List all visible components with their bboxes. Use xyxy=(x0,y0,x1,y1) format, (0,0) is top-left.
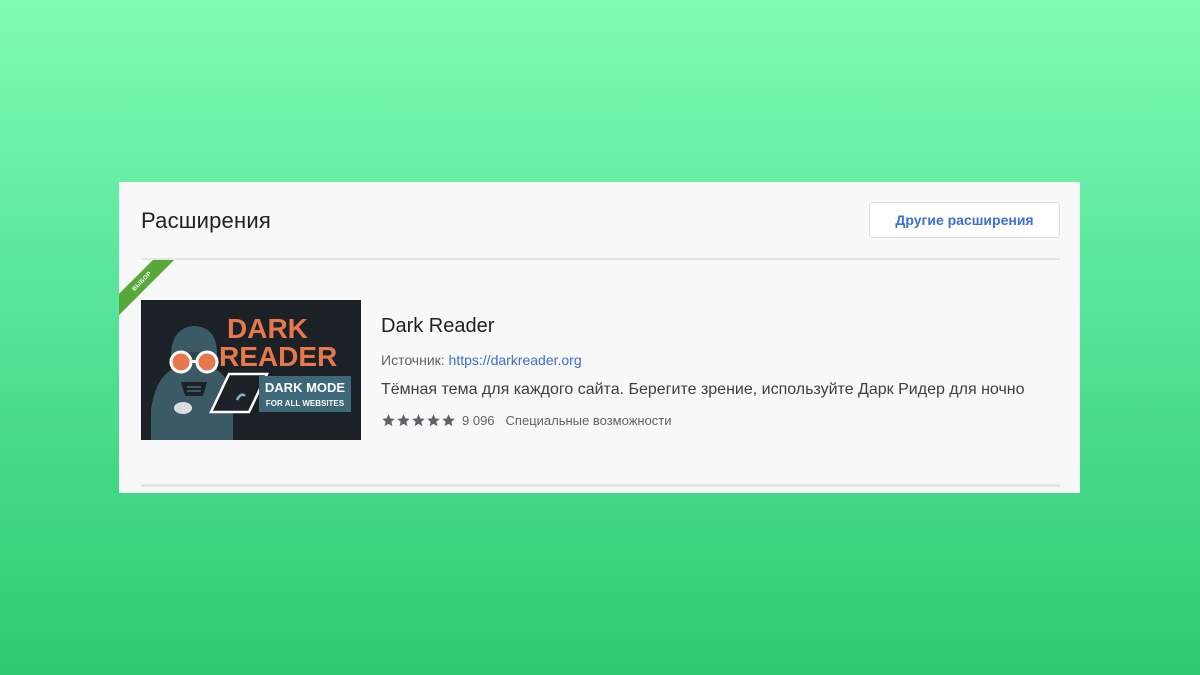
star-icon xyxy=(442,414,455,427)
extension-card: Расширения Другие расширения ВЫБОР DARK xyxy=(119,182,1080,493)
extension-name[interactable]: Dark Reader xyxy=(381,315,494,338)
extension-thumbnail[interactable]: DARK READER DARK MODE FOR ALL WEBSITES xyxy=(141,300,361,440)
rating-stars xyxy=(381,413,456,428)
more-extensions-button[interactable]: Другие расширения xyxy=(869,202,1060,238)
thumb-badge-line2: FOR ALL WEBSITES xyxy=(266,399,345,408)
source-label: Источник: xyxy=(381,352,445,368)
divider xyxy=(141,484,1060,487)
extension-category[interactable]: Специальные возможности xyxy=(506,413,672,428)
thumb-title-line1: DARK xyxy=(227,313,308,344)
star-icon xyxy=(382,414,395,427)
star-icon xyxy=(427,414,440,427)
extension-meta: 9 096 Специальные возможности xyxy=(381,413,672,428)
thumb-title-line2: READER xyxy=(219,341,337,372)
rating-count: 9 096 xyxy=(462,413,495,428)
source-link[interactable]: https://darkreader.org xyxy=(449,352,582,368)
extension-source: Источник: https://darkreader.org xyxy=(381,352,582,368)
dark-reader-logo-icon: DARK READER DARK MODE FOR ALL WEBSITES xyxy=(141,300,361,440)
extension-description: Тёмная тема для каждого сайта. Берегите … xyxy=(381,381,1025,398)
star-icon xyxy=(397,414,410,427)
page-title: Расширения xyxy=(141,208,271,233)
star-icon xyxy=(412,414,425,427)
thumb-badge-line1: DARK MODE xyxy=(265,380,345,395)
section-header: Расширения Другие расширения xyxy=(141,182,1060,260)
